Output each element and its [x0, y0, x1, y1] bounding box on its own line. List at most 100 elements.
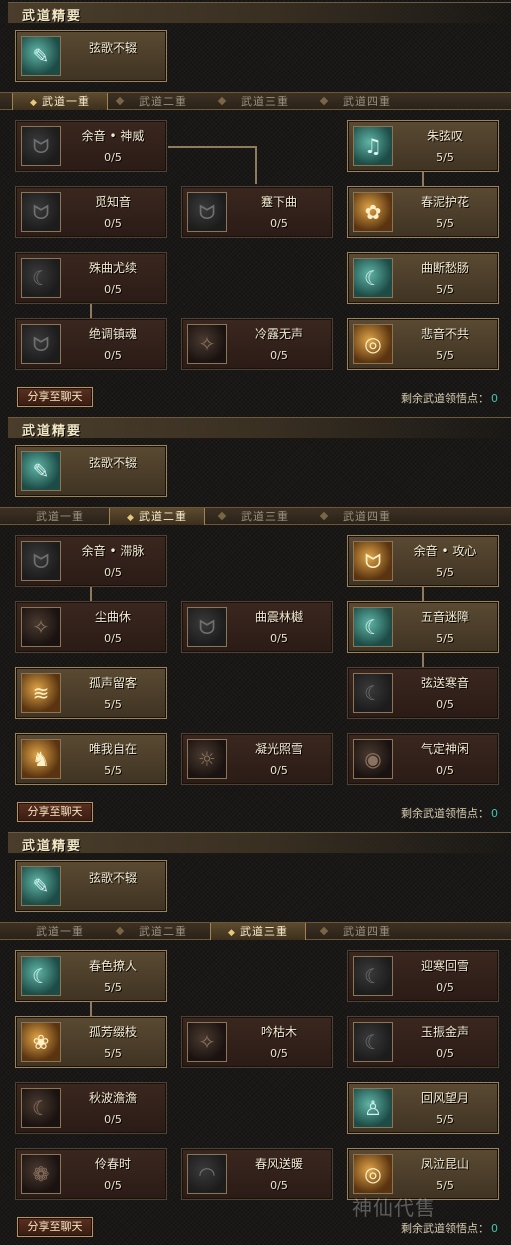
skill-count: 5/5: [436, 1179, 454, 1192]
skill-name: 弦送寒音: [420, 676, 469, 690]
skill-card[interactable]: ◠ 春风送暖 0/5: [181, 1148, 333, 1200]
skill-name: 五音迷障: [420, 610, 469, 624]
skill-card[interactable]: ☾ 曲断愁肠 5/5: [347, 252, 499, 304]
skill-card[interactable]: ☾ 五音迷障 5/5: [347, 601, 499, 653]
skill-card[interactable]: ✧ 尘曲休 0/5: [15, 601, 167, 653]
skill-card[interactable]: ᗢ 余音 • 攻心 5/5: [347, 535, 499, 587]
section-title: 武道精要: [22, 9, 83, 24]
section-header: 武道精要: [8, 832, 511, 854]
skill-name: 余音 • 滞脉: [81, 544, 145, 558]
skill-count: 5/5: [436, 566, 454, 579]
essence-card[interactable]: ✎ 弦歌不辍: [15, 30, 167, 82]
connector: [422, 586, 424, 602]
share-to-chat-button[interactable]: 分享至聊天: [17, 387, 93, 407]
tab-tier-3[interactable]: 武道三重: [217, 508, 313, 525]
skill-name: 蹇下曲: [260, 195, 297, 209]
tab-tier-4[interactable]: 武道四重: [319, 923, 415, 940]
skill-name: 曲震林樾: [254, 610, 303, 624]
skill-count: 5/5: [436, 632, 454, 645]
wudao-panel-1: 武道精要 ✎ 弦歌不辍 ◆ 武道一重 武道二重 武道三重 武道四重 ᗢ 余音 • …: [0, 0, 511, 415]
skill-name: 迎寒回雪: [420, 959, 469, 973]
essence-name: 弦歌不辍: [88, 41, 137, 55]
skill-card[interactable]: ☾ 迎寒回雪 0/5: [347, 950, 499, 1002]
skill-icon: ᗢ: [21, 126, 61, 166]
skill-count: 5/5: [436, 349, 454, 362]
skill-card[interactable]: ᗢ 余音 • 滞脉 0/5: [15, 535, 167, 587]
skill-icon: ✧: [187, 324, 227, 364]
tab-tier-2[interactable]: 武道二重: [115, 923, 211, 940]
skill-name: 春泥护花: [420, 195, 469, 209]
skill-icon: ☾: [21, 956, 61, 996]
skill-icon: ✧: [187, 1022, 227, 1062]
connector: [90, 1001, 92, 1017]
skill-count: 0/5: [104, 283, 122, 296]
skill-icon: ☾: [353, 1022, 393, 1062]
tab-tier-1[interactable]: 武道一重: [12, 923, 108, 940]
skill-count: 0/5: [270, 1047, 288, 1060]
tab-tier-3[interactable]: 武道三重: [217, 93, 313, 110]
tier-tabs: 武道一重 武道二重 ◆ 武道三重 武道四重: [0, 922, 511, 940]
skill-card[interactable]: ❁ 伶春时 0/5: [15, 1148, 167, 1200]
tab-tier-2[interactable]: 武道二重: [115, 93, 211, 110]
skill-count: 0/5: [436, 764, 454, 777]
tab-tier-4[interactable]: 武道四重: [319, 93, 415, 110]
skill-name: 曲断愁肠: [420, 261, 469, 275]
tab-tier-1[interactable]: 武道一重: [12, 508, 108, 525]
share-to-chat-button[interactable]: 分享至聊天: [17, 1217, 93, 1237]
skill-card[interactable]: ᗢ 觅知音 0/5: [15, 186, 167, 238]
skill-icon: ☾: [21, 258, 61, 298]
skill-card[interactable]: ✧ 冷露无声 0/5: [181, 318, 333, 370]
skill-card[interactable]: ᗢ 蹇下曲 0/5: [181, 186, 333, 238]
skill-card[interactable]: ☾ 弦送寒音 0/5: [347, 667, 499, 719]
skill-name: 凝光照雪: [254, 742, 303, 756]
tab-tier-2[interactable]: ◆ 武道二重: [109, 508, 205, 525]
skill-icon: ᗢ: [21, 541, 61, 581]
essence-card[interactable]: ✎ 弦歌不辍: [15, 860, 167, 912]
skill-icon: ❀: [21, 1022, 61, 1062]
watermark: 神仙代售: [352, 1196, 436, 1220]
skill-card[interactable]: ✧ 吟枯木 0/5: [181, 1016, 333, 1068]
skill-card[interactable]: ☼ 凝光照雪 0/5: [181, 733, 333, 785]
tab-tier-3[interactable]: ◆ 武道三重: [210, 923, 306, 940]
share-to-chat-button[interactable]: 分享至聊天: [17, 802, 93, 822]
skill-name: 吟枯木: [260, 1025, 297, 1039]
remaining-points: 剩余武道领悟点： 0: [401, 392, 498, 405]
essence-card[interactable]: ✎ 弦歌不辍: [15, 445, 167, 497]
tier-tabs: ◆ 武道一重 武道二重 武道三重 武道四重: [0, 92, 511, 110]
skill-count: 0/5: [270, 349, 288, 362]
skill-card[interactable]: ❀ 孤芳缀枝 5/5: [15, 1016, 167, 1068]
tab-tier-1[interactable]: ◆ 武道一重: [12, 93, 108, 110]
skill-card[interactable]: ♫ 朱弦叹 5/5: [347, 120, 499, 172]
skill-card[interactable]: ᗢ 绝调镇魂 0/5: [15, 318, 167, 370]
connector: [90, 303, 92, 319]
skill-name: 觅知音: [94, 195, 131, 209]
connector: [255, 146, 257, 184]
skill-icon: ᗢ: [187, 607, 227, 647]
skill-card[interactable]: ᗢ 余音 • 神威 0/5: [15, 120, 167, 172]
skill-card[interactable]: ◉ 气定神闲 0/5: [347, 733, 499, 785]
skill-card[interactable]: ✿ 春泥护花 5/5: [347, 186, 499, 238]
skill-card[interactable]: ◎ 悲音不共 5/5: [347, 318, 499, 370]
skill-count: 5/5: [104, 1047, 122, 1060]
skill-icon: ✿: [353, 192, 393, 232]
skill-icon: ◉: [353, 739, 393, 779]
skill-card[interactable]: ☾ 春色撩人 5/5: [15, 950, 167, 1002]
skill-count: 0/5: [270, 764, 288, 777]
skill-name: 玉振金声: [420, 1025, 469, 1039]
skill-count: 0/5: [436, 698, 454, 711]
skill-icon: ☼: [187, 739, 227, 779]
skill-card[interactable]: ᗢ 曲震林樾 0/5: [181, 601, 333, 653]
skill-card[interactable]: ♙ 回风望月 5/5: [347, 1082, 499, 1134]
skill-count: 0/5: [104, 566, 122, 579]
skill-card[interactable]: ≋ 孤声留客 5/5: [15, 667, 167, 719]
skill-card[interactable]: ☾ 殊曲尤续 0/5: [15, 252, 167, 304]
skill-card[interactable]: ☾ 秋波澹澹 0/5: [15, 1082, 167, 1134]
tab-tier-4[interactable]: 武道四重: [319, 508, 415, 525]
connector: [168, 146, 256, 148]
skill-count: 0/5: [270, 632, 288, 645]
skill-name: 伶春时: [94, 1157, 131, 1171]
skill-name: 殊曲尤续: [88, 261, 137, 275]
skill-card[interactable]: ♞ 唯我自在 5/5: [15, 733, 167, 785]
skill-card[interactable]: ☾ 玉振金声 0/5: [347, 1016, 499, 1068]
skill-name: 绝调镇魂: [88, 327, 137, 341]
